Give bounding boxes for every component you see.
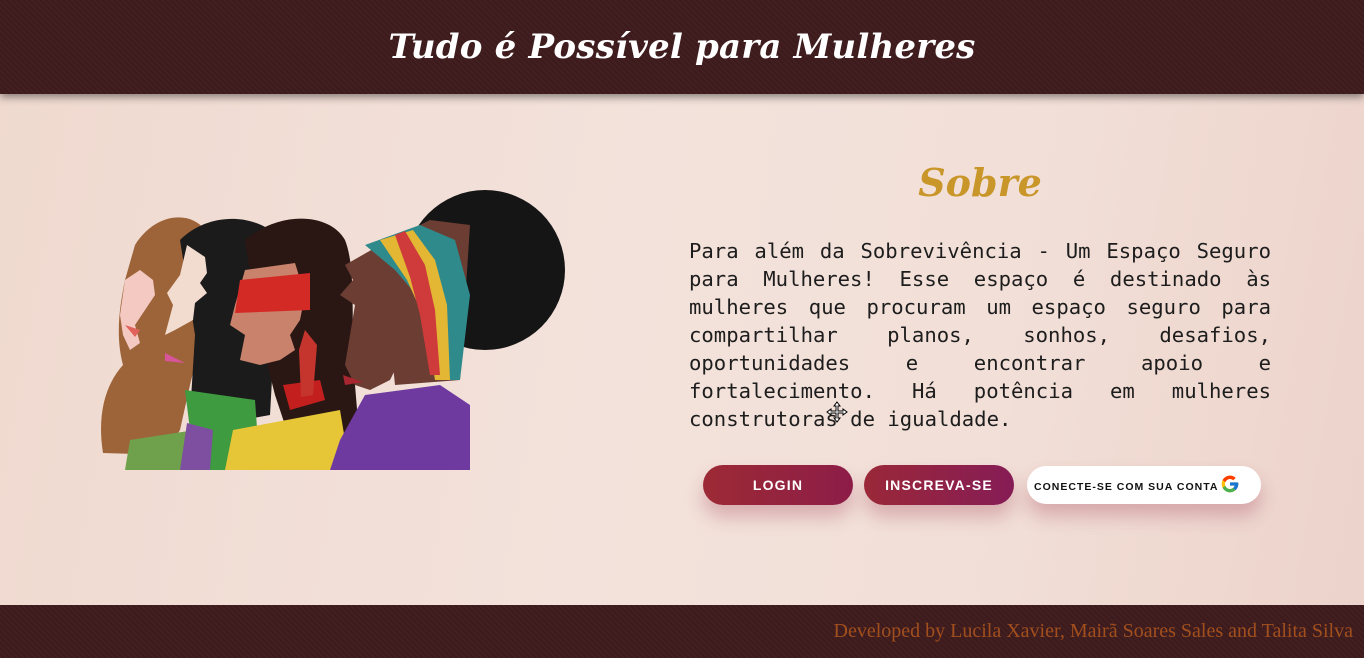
site-title: Tudo é Possível para Mulheres <box>388 27 976 67</box>
about-section: Sobre Para além da Sobrevivência - Um Es… <box>689 160 1271 433</box>
footer-credits: Developed by Lucila Xavier, Mairã Soares… <box>833 620 1354 642</box>
login-button[interactable]: LOGIN <box>703 465 853 505</box>
google-signin-label: CONECTE-SE COM SUA CONTA <box>1034 481 1219 493</box>
about-description: Para além da Sobrevivência - Um Espaço S… <box>689 239 1271 431</box>
about-title: Sobre <box>918 160 1042 205</box>
women-profiles-illustration <box>95 185 565 470</box>
google-signin-button[interactable]: CONECTE-SE COM SUA CONTA <box>1027 466 1261 504</box>
move-cursor-icon <box>826 401 848 423</box>
google-icon <box>1222 475 1239 493</box>
site-header: Tudo é Possível para Mulheres <box>0 0 1364 94</box>
site-footer: Developed by Lucila Xavier, Mairã Soares… <box>0 605 1364 658</box>
signup-button[interactable]: INSCREVA-SE <box>864 465 1014 505</box>
